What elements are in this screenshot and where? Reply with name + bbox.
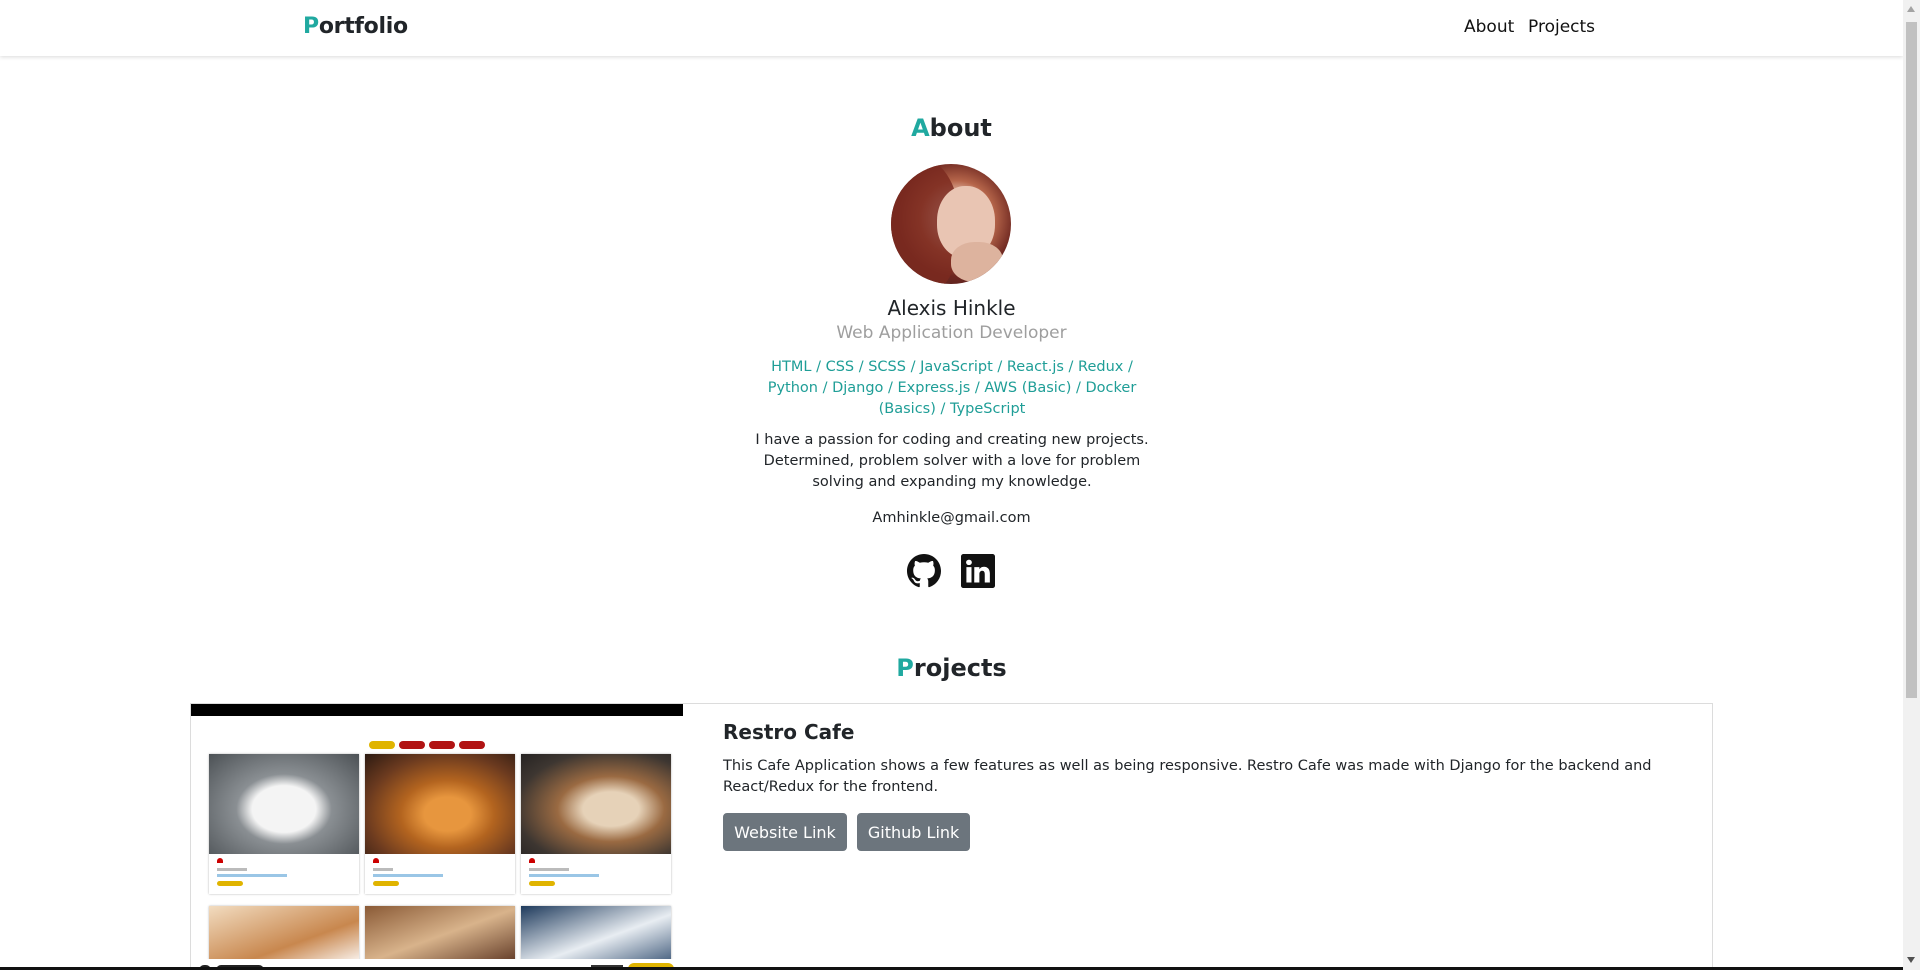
brand-initial: P (303, 14, 319, 39)
scrollbar-thumb[interactable] (1906, 22, 1917, 698)
nav-link-projects[interactable]: Projects (1528, 17, 1595, 37)
brand-text: ortfolio (318, 14, 408, 39)
profile-name: Alexis Hinkle (887, 296, 1016, 320)
profile-role: Web Application Developer (836, 323, 1067, 343)
projects-heading-initial: P (896, 654, 914, 682)
brand-logo[interactable]: Portfolio (303, 14, 408, 39)
avatar (891, 164, 1011, 284)
website-link-button[interactable]: Website Link (723, 813, 847, 851)
bio-text: I have a passion for coding and creating… (755, 432, 1149, 490)
project-screenshot (191, 704, 683, 970)
project-body: Restro Cafe This Cafe Application shows … (723, 720, 1683, 851)
about-heading: About (0, 114, 1903, 142)
project-actions: Website Link Github Link (723, 813, 1683, 851)
project-title: Restro Cafe (723, 720, 855, 744)
about-heading-initial: A (911, 114, 930, 142)
vertical-scrollbar[interactable] (1903, 0, 1920, 970)
project-description: This Cafe Application shows a few featur… (723, 758, 1652, 795)
about-heading-text: bout (929, 114, 992, 142)
linkedin-icon[interactable] (961, 554, 995, 588)
skills-list: HTML / CSS / SCSS / JavaScript / React.j… (767, 359, 1137, 417)
nav-link-about[interactable]: About (1464, 17, 1514, 37)
github-icon[interactable] (907, 554, 941, 588)
navbar: Portfolio About Projects (0, 0, 1903, 56)
projects-heading: Projects (0, 654, 1903, 682)
email-text: Amhinkle@gmail.com (872, 510, 1031, 526)
projects-heading-text: rojects (913, 654, 1007, 682)
github-link-button[interactable]: Github Link (857, 813, 971, 851)
scroll-up-icon[interactable] (1907, 6, 1915, 12)
scroll-down-icon[interactable] (1907, 957, 1915, 963)
project-card: Restro Cafe This Cafe Application shows … (190, 703, 1713, 970)
